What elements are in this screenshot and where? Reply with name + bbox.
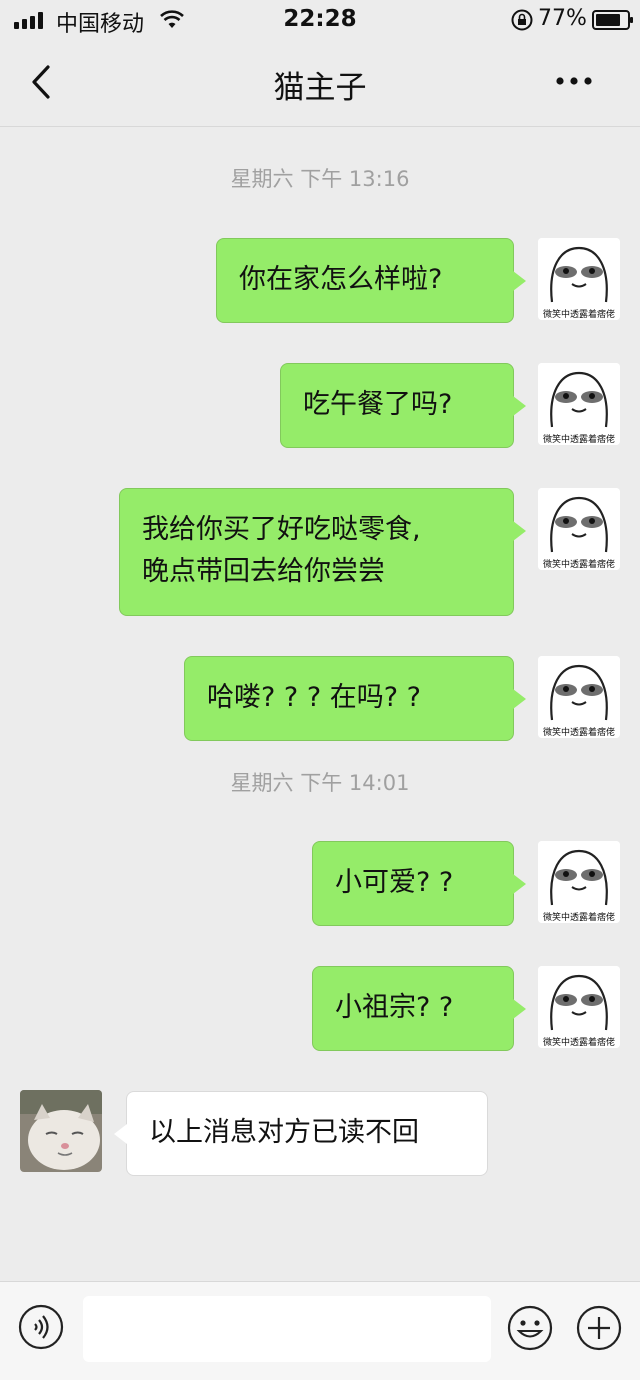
- message-text: 我给你买了好吃哒零食,: [142, 514, 421, 545]
- status-bar: 中国移动 22:28 77%: [0, 0, 640, 40]
- avatar[interactable]: 微笑中透露着痞佬: [538, 656, 620, 738]
- sticker-avatar-icon: 微笑中透露着痞佬: [538, 966, 620, 1048]
- plus-icon[interactable]: [575, 1304, 623, 1352]
- sticker-avatar-icon: 微笑中透露着痞佬: [538, 841, 620, 923]
- avatar[interactable]: 微笑中透露着痞佬: [538, 841, 620, 923]
- message-text: 你在家怎么样啦?: [239, 264, 443, 295]
- timestamp: 星期六 下午 14:01: [230, 771, 410, 795]
- message-bubble-outgoing[interactable]: 小祖宗? ?: [312, 966, 526, 1051]
- message-text: 吃午餐了吗?: [303, 389, 453, 420]
- sticker-caption: 微笑中透露着痞佬: [543, 308, 615, 320]
- input-toolbar: [0, 1281, 640, 1380]
- battery-icon: [592, 10, 633, 30]
- sticker-avatar-icon: 微笑中透露着痞佬: [538, 363, 620, 445]
- message-bubble-outgoing[interactable]: 我给你买了好吃哒零食, 晚点带回去给你尝尝: [119, 488, 526, 616]
- more-icon[interactable]: [552, 64, 596, 98]
- contact-avatar[interactable]: [20, 1090, 102, 1172]
- nav-bar: 猫主子: [0, 40, 640, 127]
- message-text: 晚点带回去给你尝尝: [142, 556, 385, 587]
- sticker-caption: 微笑中透露着痞佬: [543, 1036, 615, 1048]
- message-bubble-outgoing[interactable]: 小可爱? ?: [312, 841, 526, 926]
- avatar[interactable]: 微笑中透露着痞佬: [538, 966, 620, 1048]
- message-text: 小可爱? ?: [335, 867, 454, 898]
- timestamp: 星期六 下午 13:16: [230, 167, 410, 191]
- message-bubble-outgoing[interactable]: 吃午餐了吗?: [280, 363, 526, 448]
- sticker-caption: 微笑中透露着痞佬: [543, 911, 615, 923]
- emoji-icon[interactable]: [506, 1304, 554, 1352]
- message-bubble-outgoing[interactable]: 你在家怎么样啦?: [216, 238, 526, 323]
- sticker-caption: 微笑中透露着痞佬: [543, 433, 615, 445]
- message-bubble-incoming[interactable]: 以上消息对方已读不回: [114, 1091, 488, 1176]
- battery-percent: 77%: [538, 6, 587, 31]
- sticker-avatar-icon: 微笑中透露着痞佬: [538, 488, 620, 570]
- chat-title: 猫主子: [273, 70, 367, 106]
- lock-icon: [511, 9, 533, 31]
- sticker-avatar-icon: 微笑中透露着痞佬: [538, 656, 620, 738]
- message-bubble-outgoing[interactable]: 哈喽? ? ? 在吗? ?: [184, 656, 526, 741]
- avatar[interactable]: 微笑中透露着痞佬: [538, 238, 620, 320]
- message-text: 以上消息对方已读不回: [149, 1117, 419, 1148]
- avatar[interactable]: 微笑中透露着痞佬: [538, 363, 620, 445]
- sticker-caption: 微笑中透露着痞佬: [543, 558, 615, 570]
- message-text: 哈喽? ? ? 在吗? ?: [207, 682, 421, 713]
- message-input[interactable]: [83, 1296, 491, 1362]
- sticker-avatar-icon: 微笑中透露着痞佬: [538, 238, 620, 320]
- message-text: 小祖宗? ?: [335, 992, 454, 1023]
- voice-icon[interactable]: [18, 1304, 64, 1350]
- cat-photo-icon: [20, 1090, 102, 1172]
- avatar[interactable]: 微笑中透露着痞佬: [538, 488, 620, 570]
- sticker-caption: 微笑中透露着痞佬: [543, 726, 615, 738]
